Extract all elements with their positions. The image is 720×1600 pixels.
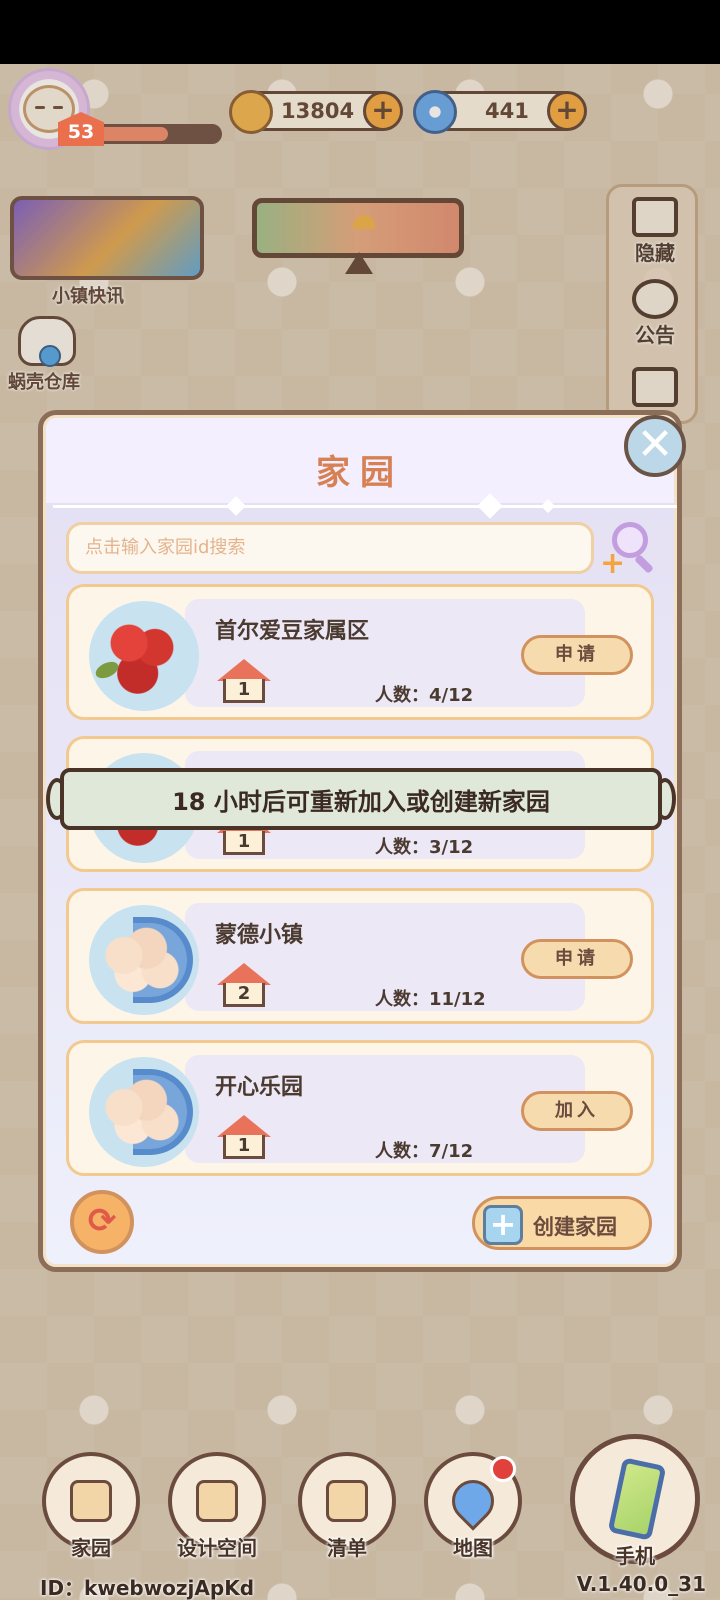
refresh-button[interactable]: ⟳ (70, 1190, 134, 1254)
sparkle-icon (477, 493, 503, 519)
member-count: 人数：11/12 (375, 989, 486, 1010)
home-name: 开心乐园 (215, 1075, 304, 1100)
checklist-icon (326, 1480, 368, 1522)
player-id: ID：kwebwozjApKd (40, 1576, 255, 1600)
cooldown-toast: 18 小时后可重新加入或创建新家园 (46, 764, 676, 834)
title-divider (53, 505, 677, 508)
home-level-icon: 1 (217, 1115, 271, 1163)
home-list-item[interactable]: 首尔爱豆家属区 1 人数：4/12 申请 (66, 584, 654, 720)
create-home-label: 创建家园 (533, 1215, 617, 1239)
cloud-emblem-icon (89, 905, 199, 1015)
join-button[interactable]: 加入 (521, 1091, 633, 1131)
create-home-button[interactable]: + 创建家园 (472, 1196, 652, 1250)
plus-icon: + (483, 1205, 523, 1245)
member-count: 人数：4/12 (375, 685, 474, 706)
toast-text: 18 小时后可重新加入或创建新家园 (172, 788, 550, 816)
close-button[interactable]: ✕ (624, 415, 686, 477)
home-level-icon: 1 (217, 659, 271, 707)
nav-map-label: 地图 (453, 1536, 493, 1560)
house-icon (70, 1480, 112, 1522)
rose-emblem-icon (89, 601, 199, 711)
home-list-item[interactable]: 开心乐园 1 人数：7/12 加入 (66, 1040, 654, 1176)
notification-dot (490, 1456, 516, 1482)
status-bar (0, 0, 720, 64)
apply-button[interactable]: 申请 (521, 635, 633, 675)
nav-list-label: 清单 (327, 1536, 367, 1560)
sparkle-icon (540, 498, 556, 514)
home-search-field[interactable] (66, 522, 594, 574)
plus-icon: + (600, 546, 626, 581)
app-version: V.1.40.0_31 (576, 1572, 706, 1596)
nav-home-label: 家园 (71, 1536, 111, 1560)
cloud-emblem-icon (89, 1057, 199, 1167)
search-button[interactable]: + (600, 520, 658, 581)
member-count: 人数：3/12 (375, 837, 474, 858)
nav-design-label: 设计空间 (177, 1536, 257, 1560)
nav-phone-label: 手机 (615, 1544, 655, 1568)
sparkle-icon (226, 496, 246, 516)
phone-icon (607, 1457, 667, 1541)
home-search-input[interactable] (85, 537, 575, 558)
home-name: 蒙德小镇 (215, 923, 304, 948)
modal-title: 家园 (316, 453, 404, 493)
search-handle (634, 554, 654, 574)
ruler-icon (196, 1480, 238, 1522)
home-name: 首尔爱豆家属区 (215, 619, 370, 644)
member-count: 人数：7/12 (375, 1141, 474, 1162)
apply-button[interactable]: 申请 (521, 939, 633, 979)
home-list-item[interactable]: 蒙德小镇 2 人数：11/12 申请 (66, 888, 654, 1024)
map-pin-icon (443, 1471, 503, 1531)
home-level-icon: 2 (217, 963, 271, 1011)
